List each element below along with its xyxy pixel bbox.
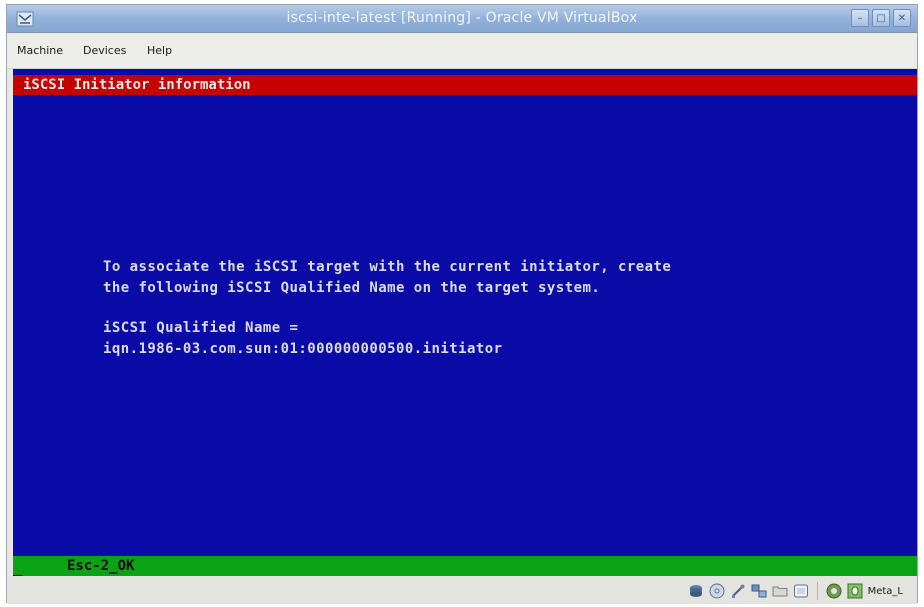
iqn-value: iqn.1986-03.com.sun:01:000000000500.init… <box>103 341 503 357</box>
footer-key-hint: Esc-2_OK <box>67 558 135 574</box>
title-bar[interactable]: iscsi-inte-latest [Running] - Oracle VM … <box>7 5 917 33</box>
status-bar: Meta_L <box>7 576 917 604</box>
minimize-icon: – <box>857 12 863 24</box>
menu-bar: Machine Devices Help <box>7 33 917 69</box>
screen-header-title: iSCSI Initiator information <box>23 77 251 93</box>
minimize-button[interactable]: – <box>851 9 869 27</box>
iqn-label: iSCSI Qualified Name = <box>103 320 299 336</box>
maximize-icon: □ <box>876 12 886 24</box>
window-controls: – □ ✕ <box>851 9 911 27</box>
cd-dvd-icon[interactable] <box>709 583 725 599</box>
screen-header-bar: iSCSI Initiator information <box>13 75 917 95</box>
usb-icon[interactable] <box>730 583 746 599</box>
close-button[interactable]: ✕ <box>893 9 911 27</box>
network-icon[interactable] <box>751 583 767 599</box>
display-icon[interactable] <box>793 583 809 599</box>
hard-disk-icon[interactable] <box>688 583 704 599</box>
status-separator <box>816 582 818 600</box>
shared-folders-icon[interactable] <box>772 583 788 599</box>
vm-screen[interactable]: iSCSI Initiator information To associate… <box>13 69 917 576</box>
virtualization-icon[interactable] <box>826 583 842 599</box>
screen-footer-bar: Esc-2_OK <box>13 556 917 576</box>
message-line-1: To associate the iSCSI target with the c… <box>103 259 672 275</box>
window-title: iscsi-inte-latest [Running] - Oracle VM … <box>286 10 638 26</box>
menu-machine[interactable]: Machine <box>17 44 63 57</box>
host-key-label: Meta_L <box>867 585 903 597</box>
close-icon: ✕ <box>897 12 907 24</box>
status-icons: Meta_L <box>688 582 903 600</box>
message-line-2: the following iSCSI Qualified Name on th… <box>103 280 601 296</box>
mouse-integration-icon[interactable] <box>847 583 863 599</box>
menu-help[interactable]: Help <box>147 44 172 57</box>
menu-devices[interactable]: Devices <box>83 44 126 57</box>
virtualbox-window: iscsi-inte-latest [Running] - Oracle VM … <box>6 4 918 604</box>
maximize-button[interactable]: □ <box>872 9 890 27</box>
